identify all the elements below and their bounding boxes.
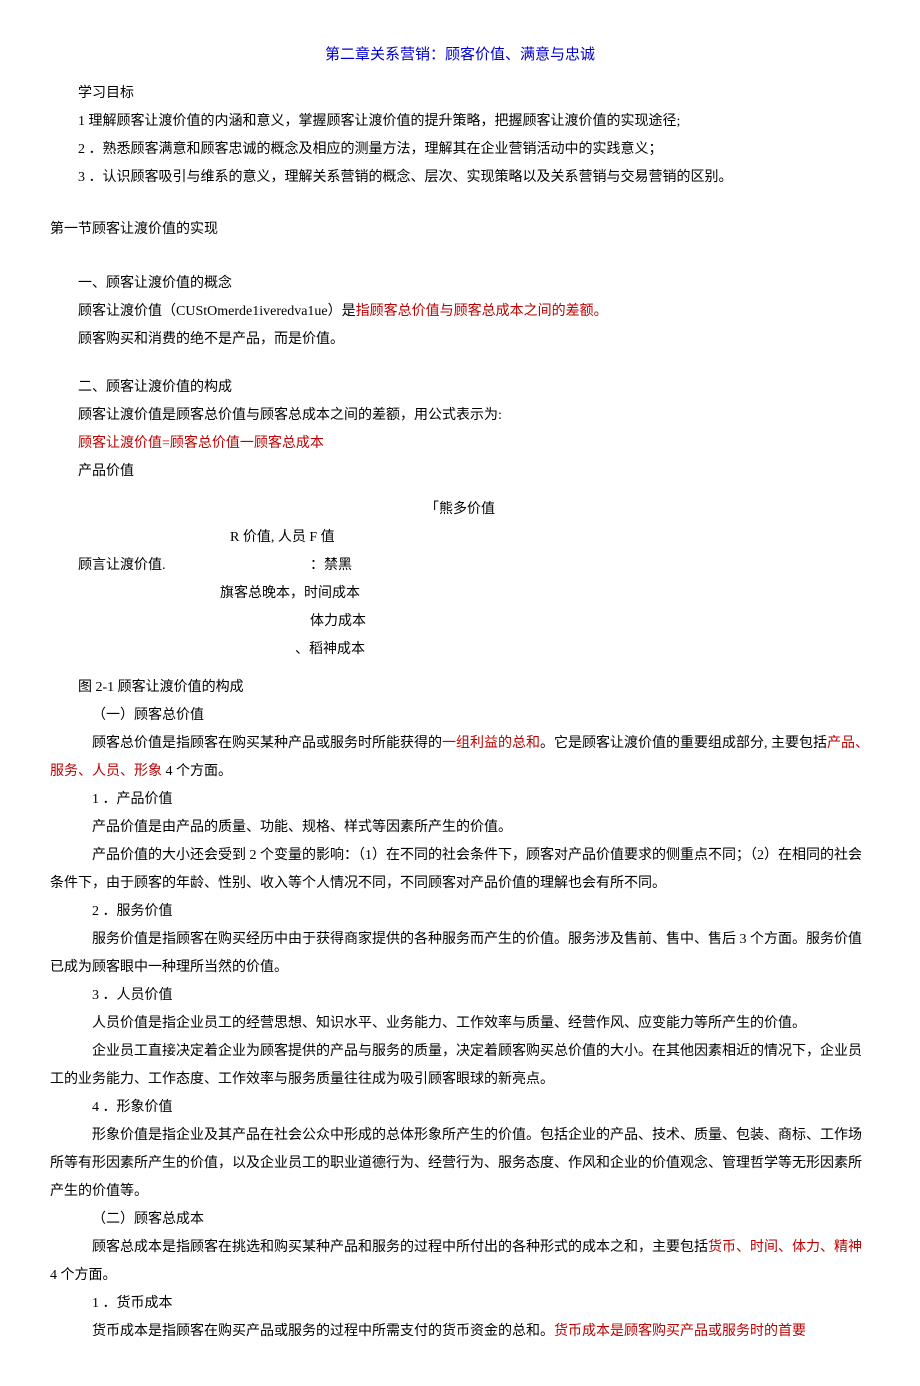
section-1-heading: 第一节顾客让渡价值的实现 [50, 216, 870, 244]
sub2-heading: 二、顾客让渡价值的构成 [50, 374, 870, 402]
value-structure-block: 「熊多价值 R 价值, 人员 F 值 顾言让渡价值.：禁黑 旗客总晚本，时间成本… [50, 496, 870, 664]
s22-p1c: 4 个方面。 [50, 1268, 117, 1283]
sub2-line2: 产品价值 [50, 458, 870, 486]
struct-l2: R 价值, 人员 F 值 [50, 524, 870, 552]
money-p1a: 货币成本是指顾客在购买产品或服务的过程中所需支付的货币资金的总和。 [92, 1324, 554, 1339]
s21-heading: （一）顾客总价值 [50, 702, 870, 730]
img-p1: 形象价值是指企业及其产品在社会公众中形成的总体形象所产生的价值。包括企业的产品、… [50, 1122, 870, 1206]
struct-l3: 顾言让渡价值.：禁黑 [50, 552, 870, 580]
pers-p1: 人员价值是指企业员工的经营思想、知识水平、业务能力、工作效率与质量、经营作风、应… [50, 1010, 870, 1038]
img-heading: 4 ．形象价值 [50, 1094, 870, 1122]
sub1-line1-text: 顾客让渡价值（CUStOmerde1iveredva1ue）是 [78, 304, 356, 319]
money-heading: 1 ．货币成本 [50, 1290, 870, 1318]
money-p1: 货币成本是指顾客在购买产品或服务的过程中所需支付的货币资金的总和。货币成本是顾客… [50, 1318, 870, 1346]
study-goals-heading: 学习目标 [50, 80, 870, 108]
s21-p1b: 一组利益的总和 [442, 736, 540, 751]
study-goal-2: 2 ．熟悉顾客满意和顾客忠诚的概念及相应的测量方法，理解其在企业营销活动中的实践… [50, 136, 870, 164]
study-goal-3: 3 ．认识顾客吸引与维系的意义，理解关系营销的概念、层次、实现策略以及关系营销与… [50, 164, 870, 192]
pers-heading: 3 ．人员价值 [50, 982, 870, 1010]
sub1-heading: 一、顾客让渡价值的概念 [50, 270, 870, 298]
prod-p2: 产品价值的大小还会受到 2 个变量的影响：（1）在不同的社会条件下，顾客对产品价… [50, 842, 870, 898]
struct-l4: 旗客总晚本，时间成本 [50, 580, 870, 608]
s21-p1e: 4 个方面。 [162, 764, 232, 779]
sub1-line1-highlight: 指顾客总价值与顾客总成本之间的差额。 [356, 304, 608, 319]
pers-p2: 企业员工直接决定着企业为顾客提供的产品与服务的质量，决定着顾客购买总价值的大小。… [50, 1038, 870, 1094]
prod-heading: 1 ．产品价值 [50, 786, 870, 814]
struct-l6: 、稻神成本 [50, 636, 870, 664]
s22-heading: （二）顾客总成本 [50, 1206, 870, 1234]
chapter-title: 第二章关系营销：顾客价值、满意与忠诚 [50, 40, 870, 70]
s21-p1: 顾客总价值是指顾客在购买某种产品或服务时所能获得的一组利益的总和。它是顾客让渡价… [50, 730, 870, 786]
prod-p1: 产品价值是由产品的质量、功能、规格、样式等因素所产生的价值。 [50, 814, 870, 842]
sub2-line1: 顾客让渡价值是顾客总价值与顾客总成本之间的差额，用公式表示为: [50, 402, 870, 430]
serv-p1: 服务价值是指顾客在购买经历中由于获得商家提供的各种服务而产生的价值。服务涉及售前… [50, 926, 870, 982]
serv-heading: 2 ．服务价值 [50, 898, 870, 926]
sub2-formula: 顾客让渡价值=顾客总价值一顾客总成本 [50, 430, 870, 458]
money-p1b: 货币成本是顾客购买产品或服务时的首要 [554, 1324, 806, 1339]
sub1-line2: 顾客购买和消费的绝不是产品，而是价值。 [50, 326, 870, 354]
struct-l3b: ：禁黑 [250, 558, 352, 573]
s22-p1: 顾客总成本是指顾客在挑选和购买某种产品和服务的过程中所付出的各种形式的成本之和，… [50, 1234, 870, 1290]
struct-l5: 体力成本 [50, 608, 870, 636]
figure-2-1-label: 图 2-1 顾客让渡价值的构成 [50, 674, 870, 702]
s21-p1c: 。它是顾客让渡价值的重要组成部分, 主要包括 [540, 736, 827, 751]
study-goal-1: 1 理解顾客让渡价值的内涵和意义，掌握顾客让渡价值的提升策略，把握顾客让渡价值的… [50, 108, 870, 136]
s22-p1a: 顾客总成本是指顾客在挑选和购买某种产品和服务的过程中所付出的各种形式的成本之和，… [92, 1240, 708, 1255]
struct-l3a: 顾言让渡价值. [50, 552, 250, 580]
s22-p1b: 货币、时间、体力、精神 [708, 1240, 862, 1255]
s21-p1a: 顾客总价值是指顾客在购买某种产品或服务时所能获得的 [92, 736, 442, 751]
sub1-line1: 顾客让渡价值（CUStOmerde1iveredva1ue）是指顾客总价值与顾客… [50, 298, 870, 326]
struct-l1: 「熊多价值 [50, 496, 870, 524]
